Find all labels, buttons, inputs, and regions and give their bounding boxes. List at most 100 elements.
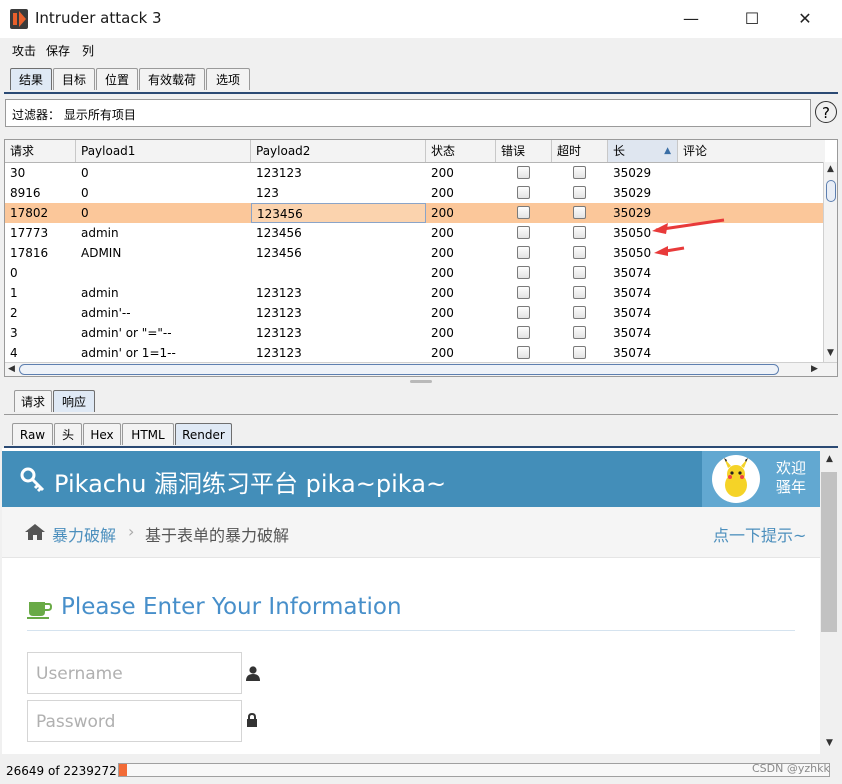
maximize-button[interactable]: ☐ — [729, 0, 775, 38]
menu-save[interactable]: 保存 — [46, 42, 70, 59]
welcome-line-2: 骚年 — [776, 478, 807, 496]
splitter-handle[interactable] — [410, 380, 432, 383]
scroll-up-icon[interactable]: ▲ — [827, 164, 834, 174]
cell-status: 200 — [431, 346, 454, 360]
watermark: CSDN @yzhkk — [752, 762, 830, 775]
col-payload2[interactable]: Payload2 — [251, 140, 426, 162]
timeout-checkbox — [573, 286, 586, 299]
scroll-right-icon[interactable]: ▶ — [811, 364, 818, 374]
form-title: Please Enter Your Information — [61, 594, 402, 620]
render-scroll-thumb[interactable] — [821, 472, 837, 632]
breadcrumb-brute-force[interactable]: 暴力破解 — [52, 522, 116, 546]
tab-results[interactable]: 结果 — [10, 68, 52, 90]
cell-request: 0 — [10, 266, 18, 280]
menu-columns[interactable]: 列 — [82, 42, 94, 59]
tab-payloads[interactable]: 有效载荷 — [139, 68, 205, 90]
horizontal-scroll-thumb[interactable] — [19, 364, 779, 375]
timeout-checkbox — [573, 246, 586, 259]
form-header: Please Enter Your Information — [27, 594, 795, 631]
table-row[interactable]: 3 admin' or "="-- 123123 200 35074 — [5, 323, 823, 343]
error-checkbox — [517, 226, 530, 239]
username-field[interactable] — [27, 652, 242, 694]
window-title: Intruder attack 3 — [35, 9, 162, 27]
tab-hex[interactable]: Hex — [83, 423, 121, 445]
welcome-text: 欢迎 骚年 — [776, 459, 806, 497]
table-row[interactable]: 1 admin 123123 200 35074 — [5, 283, 823, 303]
cell-request: 3 — [10, 326, 18, 340]
table-horizontal-scrollbar[interactable]: ◀ ▶ — [5, 362, 837, 376]
render-scroll-down-icon[interactable]: ▼ — [826, 738, 833, 748]
minimize-button[interactable]: — — [668, 0, 714, 38]
tab-target[interactable]: 目标 — [53, 68, 95, 90]
password-field[interactable] — [27, 700, 242, 742]
title-bar: Intruder attack 3 — ☐ ✕ — [0, 0, 842, 38]
table-row[interactable]: 4 admin' or 1=1-- 123123 200 35074 — [5, 343, 823, 363]
hint-link[interactable]: 点一下提示~ — [713, 522, 806, 546]
cell-length: 35074 — [613, 306, 652, 320]
error-checkbox — [517, 246, 530, 259]
filter-bar[interactable]: 过滤器： 显示所有项目 — [5, 99, 811, 127]
error-checkbox — [517, 326, 530, 339]
help-icon[interactable]: ? — [815, 101, 837, 123]
timeout-checkbox — [573, 166, 586, 179]
render-scroll-up-icon[interactable]: ▲ — [826, 454, 833, 464]
cell-payload1 — [76, 263, 251, 283]
timeout-checkbox — [573, 306, 586, 319]
view-tabs: Raw 头 Hex HTML Render — [0, 421, 842, 447]
col-length[interactable]: 长 ▲ — [608, 140, 678, 162]
tab-html[interactable]: HTML — [122, 423, 174, 445]
tab-positions[interactable]: 位置 — [96, 68, 138, 90]
scroll-down-icon[interactable]: ▼ — [827, 348, 834, 358]
tab-headers[interactable]: 头 — [54, 423, 82, 445]
cell-request: 17773 — [10, 226, 49, 240]
tab-raw[interactable]: Raw — [12, 423, 53, 445]
tab-render[interactable]: Render — [175, 423, 232, 445]
cell-request: 2 — [10, 306, 18, 320]
error-checkbox — [517, 286, 530, 299]
vertical-scroll-thumb[interactable] — [826, 180, 836, 202]
pikachu-header: Pikachu 漏洞练习平台 pika~pika~ 欢迎 骚年 — [2, 451, 820, 507]
col-payload1[interactable]: Payload1 — [76, 140, 251, 162]
render-scrollbar[interactable]: ▲ ▼ — [820, 448, 840, 754]
col-request[interactable]: 请求 — [5, 140, 76, 162]
table-row[interactable]: 8916 0 123 200 35029 — [5, 183, 823, 203]
cell-payload1: admin — [81, 286, 119, 300]
tab-options[interactable]: 选项 — [206, 68, 250, 90]
table-row[interactable]: 30 0 123123 200 35029 — [5, 163, 823, 183]
table-row[interactable]: 2 admin'-- 123123 200 35074 — [5, 303, 823, 323]
error-checkbox — [517, 346, 530, 359]
cell-payload2: 123123 — [256, 166, 302, 180]
cell-status: 200 — [431, 226, 454, 240]
breadcrumb-separator: › — [128, 522, 135, 541]
col-timeout[interactable]: 超时 — [552, 140, 608, 162]
cell-payload1: admin' or 1=1-- — [81, 346, 176, 360]
cell-payload1: 0 — [81, 166, 89, 180]
tab-request[interactable]: 请求 — [14, 390, 52, 412]
username-input[interactable] — [34, 663, 228, 685]
user-menu[interactable]: 欢迎 骚年 — [702, 451, 820, 507]
table-vertical-scrollbar[interactable]: ▲ ▼ — [823, 162, 837, 362]
cell-status: 200 — [431, 326, 454, 340]
menu-attack[interactable]: 攻击 — [12, 42, 36, 59]
cell-status: 200 — [431, 206, 454, 220]
cell-length: 35029 — [613, 166, 652, 180]
error-checkbox — [517, 306, 530, 319]
cell-request: 17802 — [10, 206, 49, 220]
cell-payload1: admin' or "="-- — [81, 326, 172, 340]
filter-label: 过滤器： 显示所有项目 — [12, 108, 136, 122]
cell-payload2 — [251, 263, 426, 283]
tab-response[interactable]: 响应 — [53, 390, 95, 412]
home-icon[interactable] — [24, 523, 46, 541]
sort-ascending-icon: ▲ — [664, 146, 671, 156]
error-checkbox — [517, 266, 530, 279]
timeout-checkbox — [573, 206, 586, 219]
main-tabs: 结果 目标 位置 有效载荷 选项 — [0, 66, 842, 92]
table-row[interactable]: 0 200 35074 — [5, 263, 823, 283]
scroll-left-icon[interactable]: ◀ — [8, 364, 15, 374]
close-button[interactable]: ✕ — [782, 0, 828, 38]
timeout-checkbox — [573, 346, 586, 359]
password-input[interactable] — [34, 711, 228, 733]
col-status[interactable]: 状态 — [426, 140, 496, 162]
col-comment[interactable]: 评论 — [678, 140, 825, 162]
col-error[interactable]: 错误 — [496, 140, 552, 162]
